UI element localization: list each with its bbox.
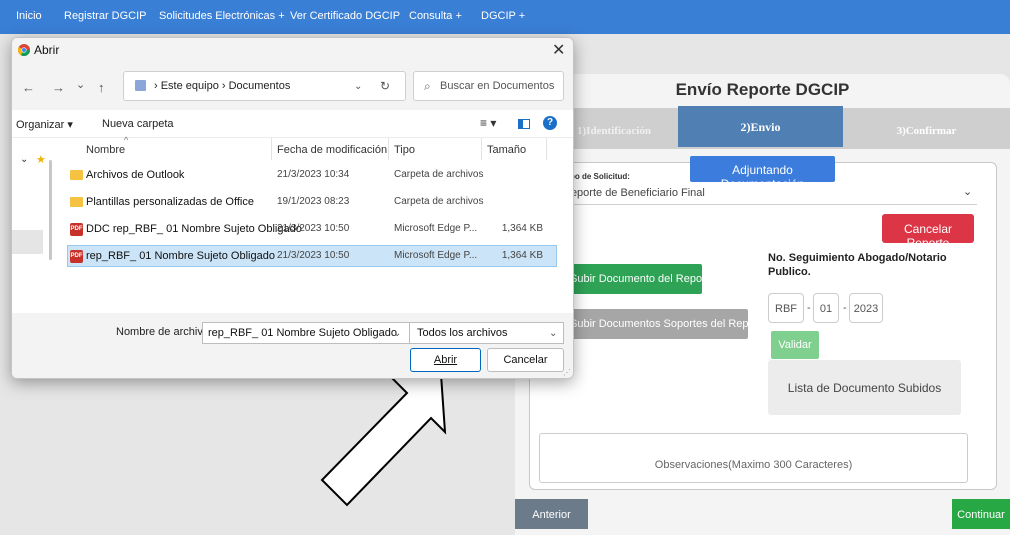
chevron-down-icon[interactable]: ⌄	[354, 81, 362, 92]
pdf-icon: PDF	[70, 223, 83, 236]
file-name: rep_RBF_ 01 Nombre Sujeto Obligado	[86, 250, 275, 262]
file-date: 21/3/2023 10:50	[277, 223, 350, 234]
back-icon[interactable]: ←	[22, 80, 35, 95]
help-icon[interactable]: ?	[543, 116, 557, 130]
step-envio[interactable]: 2)Envio	[678, 106, 843, 147]
file-size: 1,364 KB	[501, 223, 543, 234]
file-row-ddc-report[interactable]: PDF DDC rep_RBF_ 01 Nombre Sujeto Obliga…	[68, 219, 558, 241]
folder-icon	[70, 170, 83, 180]
top-nav-bar: Inicio Registrar DGCIP Solicitudes Elect…	[0, 0, 1010, 34]
close-icon[interactable]: ✕	[552, 40, 565, 60]
search-input[interactable]: ⌕ Buscar en Documentos	[413, 71, 564, 101]
upload-support-button[interactable]: Subir Documentos Soportes del Reporte	[560, 309, 748, 339]
column-divider	[271, 138, 272, 160]
forward-icon[interactable]: →	[52, 80, 65, 95]
tracking-number-label: No. Seguimiento Abogado/Notario Publico.	[768, 252, 947, 278]
chevron-down-icon[interactable]: ⌄	[549, 328, 557, 339]
column-divider	[546, 138, 547, 160]
folder-icon	[70, 197, 83, 207]
tracking-dash: -	[807, 302, 811, 314]
uploaded-documents-list: Lista de Documento Subidos	[768, 360, 961, 415]
chevron-down-icon: ⌄	[963, 186, 973, 198]
file-date: 19/1/2023 08:23	[277, 196, 350, 207]
column-divider	[481, 138, 482, 160]
address-path[interactable]: › Este equipo › Documentos	[154, 80, 290, 92]
column-header-name[interactable]: Nombre	[86, 144, 125, 156]
file-type: Microsoft Edge P...	[394, 250, 478, 261]
filename-input[interactable]: rep_RBF_ 01 Nombre Sujeto Obligado ⌄	[202, 322, 410, 344]
tracking-number-input[interactable]: 01	[813, 293, 839, 323]
column-divider	[388, 138, 389, 160]
dialog-titlebar: Abrir ✕	[12, 38, 573, 62]
recent-locations-icon[interactable]: ⌄	[76, 78, 85, 91]
chrome-icon	[18, 44, 30, 56]
continue-button[interactable]: Continuar	[952, 499, 1010, 529]
cancel-button[interactable]: Cancelar	[487, 348, 564, 372]
file-row-outlook[interactable]: Archivos de Outlook 21/3/2023 10:34 Carp…	[68, 165, 558, 187]
filename-value[interactable]: rep_RBF_ 01 Nombre Sujeto Obligado	[208, 327, 397, 339]
cancel-report-button[interactable]: Cancelar Reporte	[882, 214, 974, 250]
observations-textarea[interactable]: Observaciones(Maximo 300 Caracteres)	[539, 433, 968, 483]
refresh-icon[interactable]: ↻	[380, 79, 390, 93]
filetype-select[interactable]: Todos los archivos ⌄	[409, 322, 564, 344]
pdf-icon: PDF	[70, 250, 83, 263]
file-name: DDC rep_RBF_ 01 Nombre Sujeto Obligado	[86, 223, 302, 235]
file-list: ^ Nombre Fecha de modificación Tipo Tama…	[67, 135, 573, 313]
file-date: 21/3/2023 10:34	[277, 169, 350, 180]
nav-registrar-dgcip[interactable]: Registrar DGCIP	[64, 10, 147, 22]
nav-scrollbar[interactable]	[49, 160, 52, 260]
dialog-footer: Nombre de archivo: rep_RBF_ 01 Nombre Su…	[12, 313, 573, 378]
request-type-select[interactable]: Reporte de Beneficiario Final	[563, 179, 977, 205]
resize-grip-icon[interactable]: ⋰	[563, 368, 571, 377]
nav-selected-item[interactable]	[12, 230, 43, 254]
nav-dgcip[interactable]: DGCIP +	[481, 10, 525, 22]
preview-pane-icon[interactable]	[518, 119, 530, 129]
file-type: Carpeta de archivos	[394, 196, 484, 207]
previous-button[interactable]: Anterior	[515, 499, 588, 529]
file-date: 21/3/2023 10:50	[277, 250, 350, 261]
column-header-type[interactable]: Tipo	[394, 144, 415, 156]
new-folder-button[interactable]: Nueva carpeta	[102, 118, 174, 130]
view-options-icon[interactable]: ≡ ▾	[480, 116, 496, 130]
page-title: Envío Reporte DGCIP	[675, 80, 850, 99]
file-row-plantillas[interactable]: Plantillas personalizadas de Office 19/1…	[68, 192, 558, 214]
open-button[interactable]: Abrir	[410, 348, 481, 372]
nav-consulta[interactable]: Consulta +	[409, 10, 462, 22]
chevron-down-icon[interactable]: ⌄	[20, 154, 28, 165]
search-placeholder: Buscar en Documentos	[440, 80, 555, 92]
documents-folder-icon	[135, 80, 146, 91]
file-type: Carpeta de archivos	[394, 169, 484, 180]
address-bar[interactable]: › Este equipo › Documentos ⌄ ↻	[123, 71, 406, 101]
filename-label: Nombre de archivo:	[116, 326, 212, 338]
filetype-value[interactable]: Todos los archivos	[417, 327, 508, 339]
nav-ver-certificado[interactable]: Ver Certificado DGCIP	[290, 10, 400, 22]
quick-access-star-icon[interactable]: ★	[36, 153, 46, 166]
chevron-down-icon[interactable]: ⌄	[393, 328, 401, 339]
step-confirmar[interactable]: 3)Confirmar	[843, 108, 1010, 149]
nav-solicitudes-electronicas[interactable]: Solicitudes Electrónicas +	[159, 10, 285, 22]
column-header-date[interactable]: Fecha de modificación	[277, 144, 387, 156]
upload-report-button[interactable]: Subir Documento del Reporte	[560, 264, 702, 294]
tracking-year-input[interactable]: 2023	[849, 293, 883, 323]
dialog-toolbar: Organizar ▾ Nueva carpeta ≡ ▾ ?	[12, 110, 573, 138]
file-open-dialog: Abrir ✕ ← → ⌄ ↑ › Este equipo › Document…	[11, 37, 574, 379]
file-name: Plantillas personalizadas de Office	[86, 196, 254, 208]
file-size: 1,364 KB	[501, 250, 543, 261]
up-folder-icon[interactable]: ↑	[98, 80, 105, 95]
column-header-size[interactable]: Tamaño	[487, 144, 526, 156]
file-type: Microsoft Edge P...	[394, 223, 478, 234]
validate-button[interactable]: Validar	[771, 331, 819, 359]
organize-menu[interactable]: Organizar ▾	[16, 118, 73, 131]
tracking-prefix-input[interactable]: RBF	[768, 293, 804, 323]
file-name: Archivos de Outlook	[86, 169, 185, 181]
search-icon: ⌕	[424, 79, 431, 93]
tracking-dash: -	[843, 302, 847, 314]
dialog-title: Abrir	[34, 43, 60, 57]
navigation-pane: ⌄ ★	[12, 138, 60, 313]
file-row-report-selected[interactable]: PDF rep_RBF_ 01 Nombre Sujeto Obligado 2…	[67, 245, 557, 267]
nav-inicio[interactable]: Inicio	[16, 10, 42, 22]
